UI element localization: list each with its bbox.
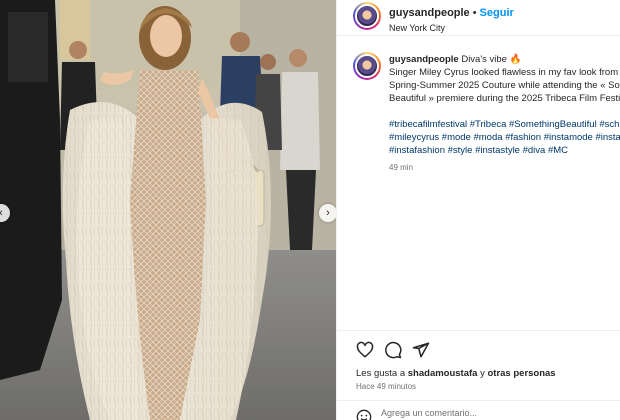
hashtag-line[interactable]: #instafashion #style #instastyle #diva #… xyxy=(389,144,620,157)
caption-first-line: guysandpeople Diva's vibe 🔥 xyxy=(389,53,620,66)
others-link[interactable]: otras personas xyxy=(487,368,555,379)
post-image xyxy=(0,0,336,420)
post-actions: Les gusta a shadamoustafa y otras person… xyxy=(337,330,620,391)
post-header: guysandpeople • Seguir New York City xyxy=(337,0,620,36)
emoji-icon[interactable] xyxy=(356,409,372,420)
avatar[interactable] xyxy=(353,2,381,30)
comment-icon[interactable] xyxy=(384,341,402,359)
share-icon[interactable] xyxy=(412,341,430,359)
caption-text: Spring-Summer 2025 Couture while attendi… xyxy=(389,80,620,91)
separator-dot: • xyxy=(472,7,477,19)
caption-timestamp: 49 min xyxy=(389,163,414,170)
post-photo[interactable]: ‹ › xyxy=(0,0,336,420)
hashtag-list: #tribecafilmfestival #Tribeca #Something… xyxy=(389,118,620,157)
caption-username[interactable]: guysandpeople xyxy=(389,54,459,65)
comment-input[interactable] xyxy=(381,408,601,418)
carousel-next-button[interactable]: › xyxy=(319,204,336,222)
post-caption: guysandpeople Diva's vibe 🔥 Singer Miley… xyxy=(337,50,620,170)
caption-text: Singer Miley Cyrus looked flawless in my… xyxy=(389,67,619,78)
post-info-panel: guysandpeople • Seguir New York City guysa… xyxy=(336,0,620,420)
header-username[interactable]: guysandpeople xyxy=(389,7,470,19)
post-timestamp: Hace 49 minutos xyxy=(356,382,417,391)
follow-button[interactable]: Seguir xyxy=(480,7,514,19)
heart-icon[interactable] xyxy=(356,341,374,359)
likes-summary: Les gusta a shadamoustafa y otras person… xyxy=(356,368,556,379)
chevron-right-icon: › xyxy=(326,207,330,219)
chevron-left-icon: ‹ xyxy=(0,207,3,219)
caption-text: Beautiful » premiere during the 2025 Tri… xyxy=(389,93,620,104)
liked-by-username[interactable]: shadamoustafa xyxy=(408,368,478,379)
hashtag-line[interactable]: #mileycyrus #mode #moda #fashion #instam… xyxy=(389,131,620,144)
comment-bar xyxy=(337,400,620,420)
location-link[interactable]: New York City xyxy=(389,23,514,33)
caption-avatar[interactable] xyxy=(353,52,381,80)
likes-and: y xyxy=(477,368,488,379)
likes-prefix: Les gusta a xyxy=(356,368,408,379)
hashtag-line[interactable]: #tribecafilmfestival #Tribeca #Something… xyxy=(389,118,620,131)
caption-text: Diva's vibe 🔥 xyxy=(461,54,522,65)
